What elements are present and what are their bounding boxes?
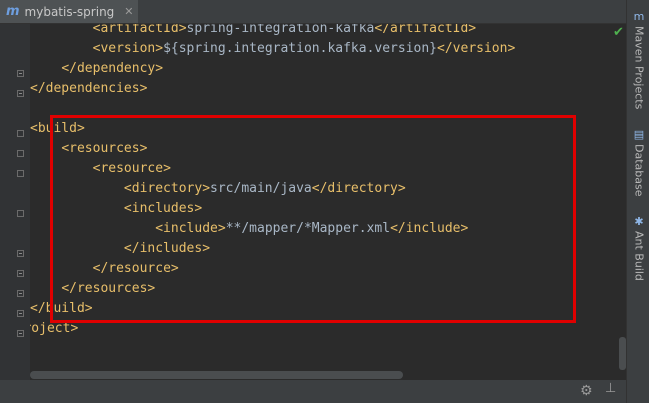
editor-tab-bar: m mybatis-spring ✕ [0,0,626,24]
fold-marker[interactable] [17,170,24,177]
fold-marker[interactable] [17,130,24,137]
fold-marker[interactable] [17,250,24,257]
highlight-annotation-box [50,115,576,323]
right-tool-window-bar: m Maven Projects ▤ Database ✱ Ant Build [626,0,649,403]
bottom-toolbar [0,380,626,403]
tab-mybatis-spring[interactable]: m mybatis-spring ✕ [0,0,138,23]
editor-gutter [0,24,30,403]
tool-window-ant-build[interactable]: ✱ Ant Build [629,215,649,281]
horizontal-scrollbar-thumb[interactable] [30,371,403,379]
fold-marker[interactable] [17,330,24,337]
fold-marker[interactable] [17,290,24,297]
tool-window-label: Maven Projects [632,26,646,110]
close-icon[interactable]: ✕ [124,5,133,18]
tool-window-label: Ant Build [632,231,646,281]
fold-marker[interactable] [17,150,24,157]
tool-window-database[interactable]: ▤ Database [629,128,649,197]
fold-marker[interactable] [17,90,24,97]
vertical-scrollbar-thumb[interactable] [619,337,626,370]
pin-icon[interactable]: ⊥ [605,381,616,396]
code-line: </dependencies> [30,81,148,96]
tool-window-maven-projects[interactable]: m Maven Projects [629,10,649,109]
maven-module-icon: m [6,4,20,19]
fold-marker[interactable] [17,70,24,77]
gear-icon[interactable]: ⚙ [580,383,593,399]
maven-icon: m [633,10,645,23]
database-icon: ▤ [633,128,645,141]
code-line: <artifactId>spring-integration-kafka</ar… [92,24,477,36]
code-line: <version>${spring.integration.kafka.vers… [92,41,516,56]
tab-label: mybatis-spring [24,4,115,19]
fold-marker[interactable] [17,310,24,317]
fold-marker[interactable] [17,210,24,217]
ant-icon: ✱ [634,215,644,228]
fold-marker[interactable] [17,270,24,277]
tool-window-label: Database [632,144,646,197]
code-line: </dependency> [61,61,164,76]
